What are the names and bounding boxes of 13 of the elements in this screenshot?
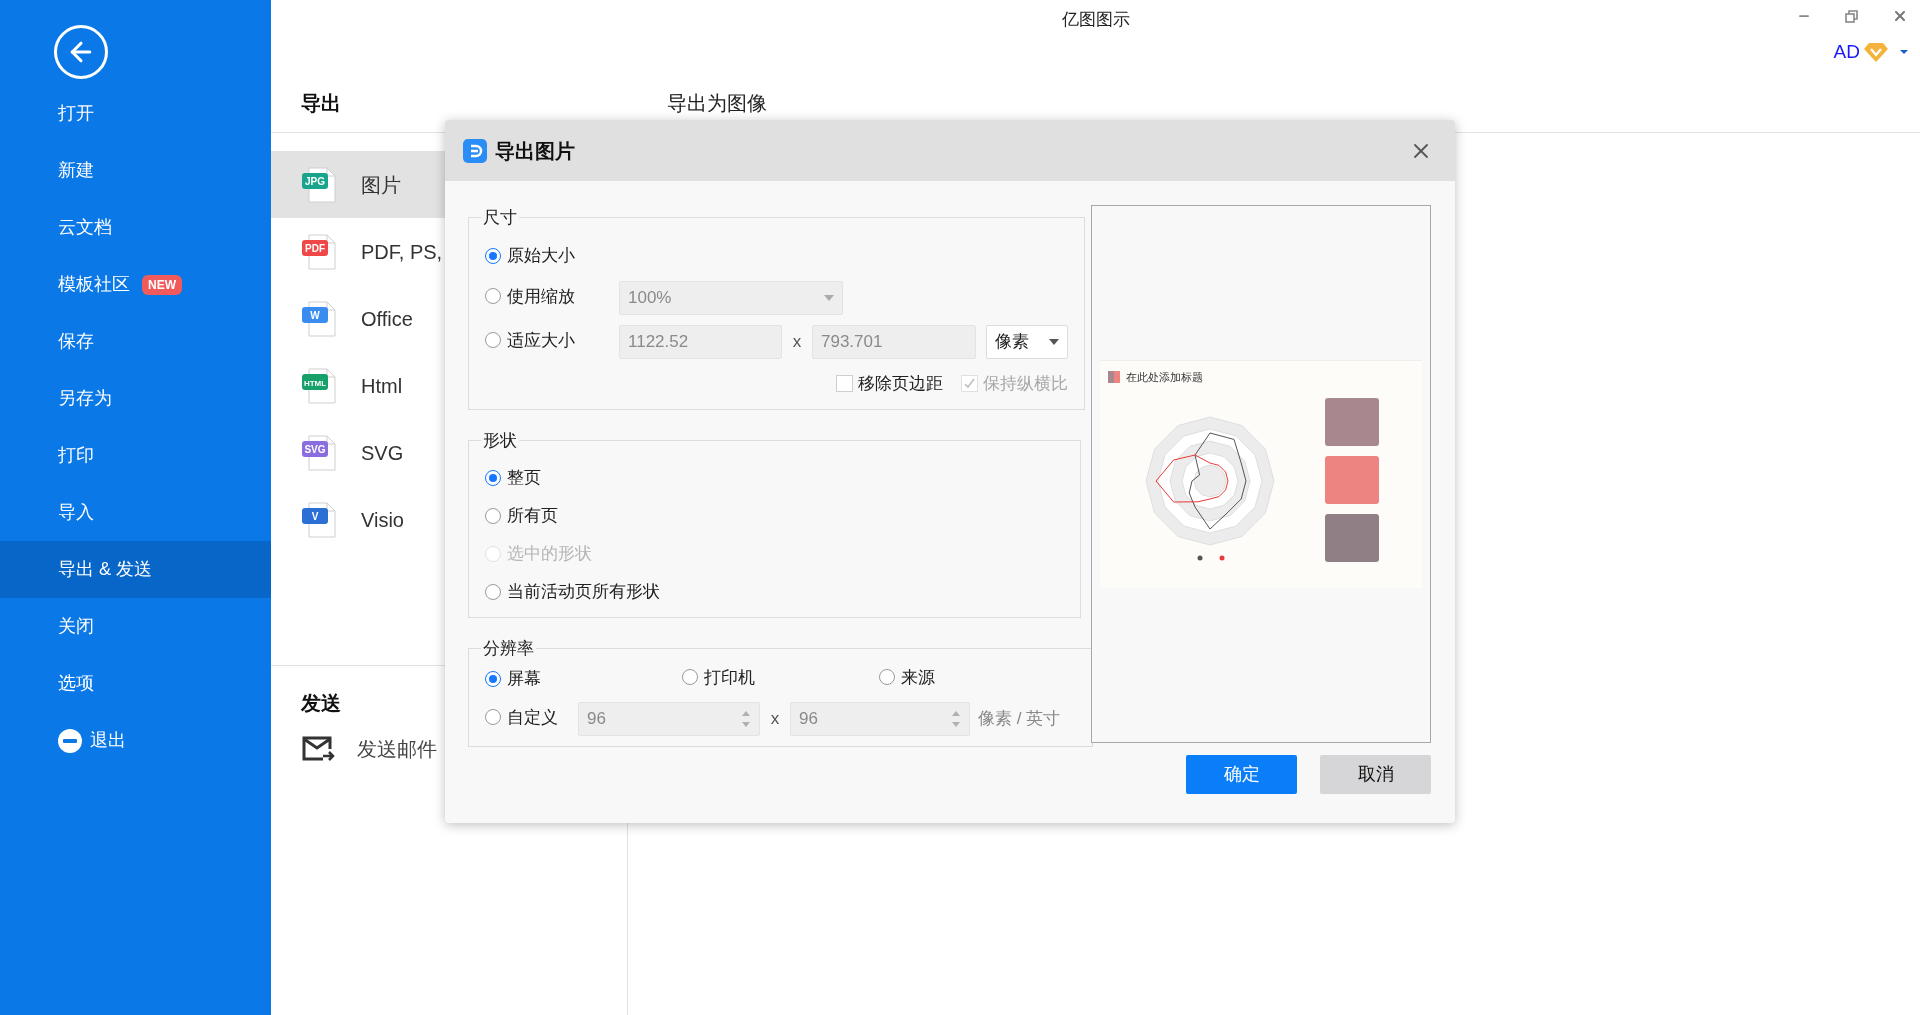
content-title: 导出为图像 <box>667 91 767 116</box>
unit-label: 像素 / 英寸 <box>978 707 1061 730</box>
export-heading: 导出 <box>301 91 342 116</box>
separator-text: x <box>769 707 781 730</box>
group-legend: 形状 <box>481 427 519 453</box>
preview-title: 在此处添加标题 <box>1126 370 1203 385</box>
send-heading: 发送 <box>301 691 341 716</box>
new-badge: NEW <box>142 274 182 295</box>
dialog-title: 导出图片 <box>495 138 575 164</box>
group-legend: 分辨率 <box>481 636 536 662</box>
window-title: 亿图图示 <box>1061 9 1130 32</box>
group-legend: 尺寸 <box>481 205 519 231</box>
separator-text: x <box>791 330 803 353</box>
